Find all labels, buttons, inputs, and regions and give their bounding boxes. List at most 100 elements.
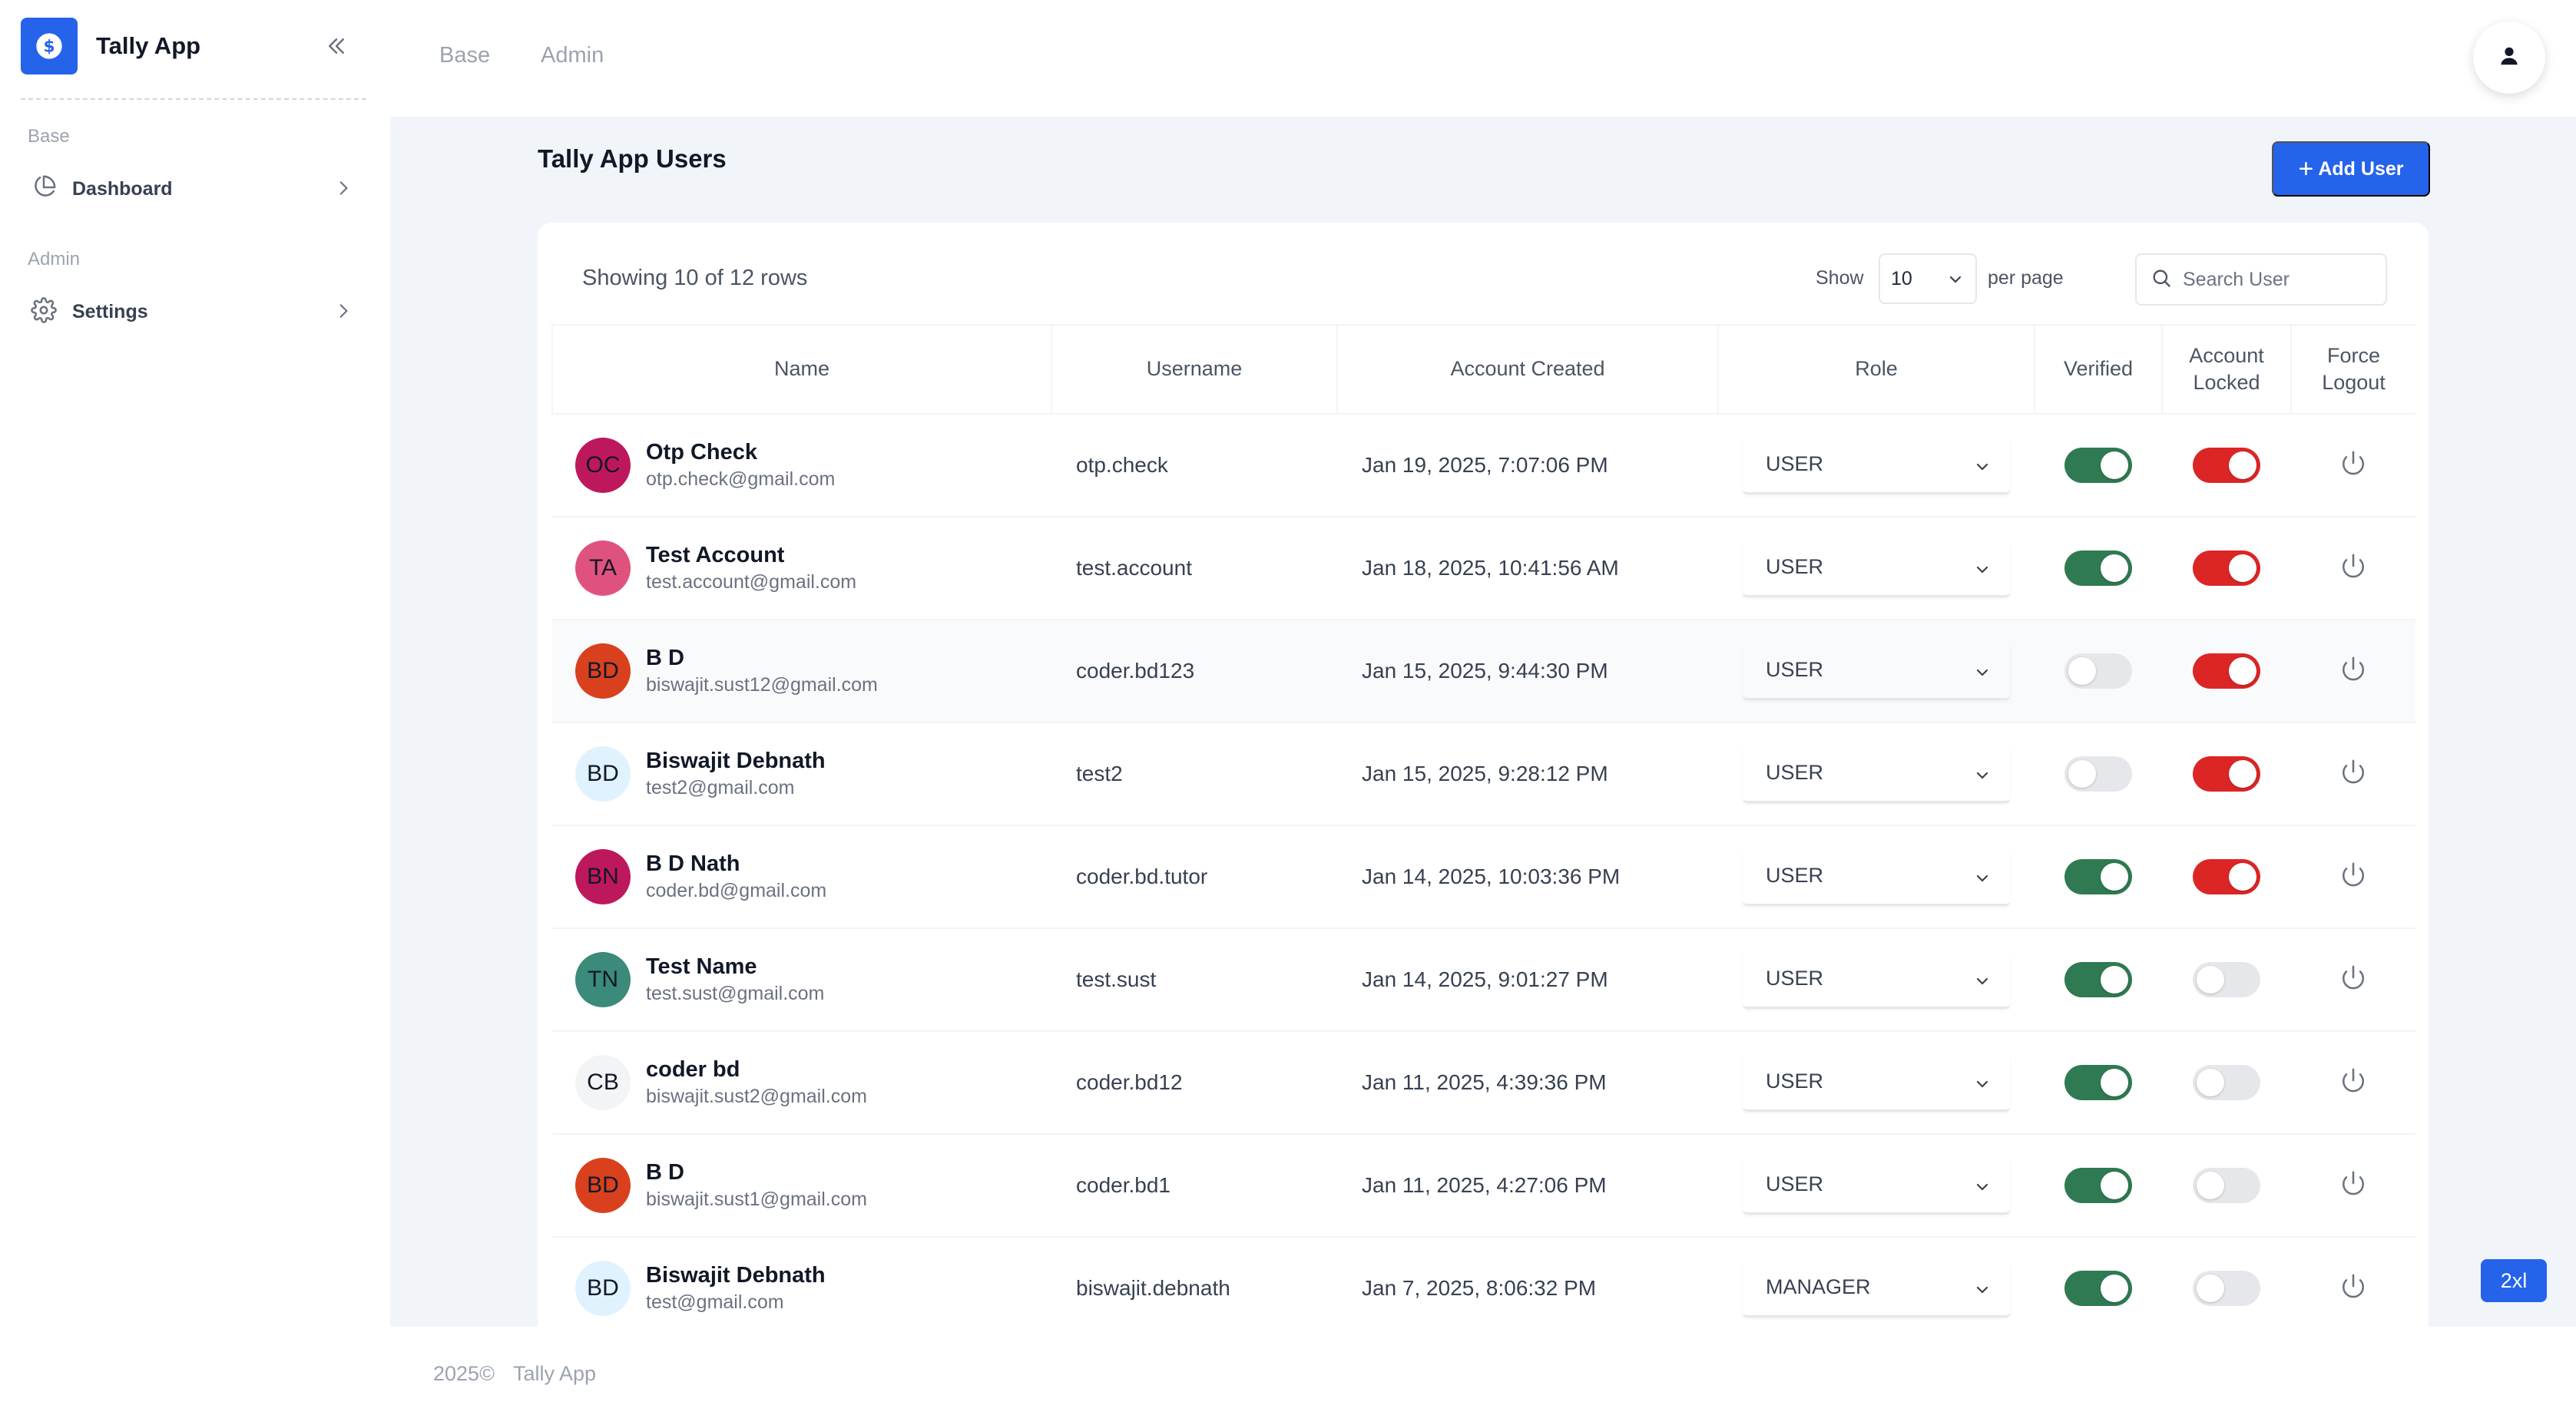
username-cell: coder.bd.tutor (1051, 825, 1337, 929)
verified-toggle[interactable] (2064, 962, 2132, 997)
role-value: MANAGER (1766, 1275, 1871, 1298)
verified-toggle[interactable] (2064, 1271, 2132, 1306)
sidebar-item-settings[interactable]: Settings (31, 290, 361, 333)
account-locked-toggle[interactable] (2193, 1168, 2260, 1203)
role-select[interactable]: USER (1743, 1053, 2010, 1112)
role-value: USER (1766, 452, 1824, 475)
table-row: OC Otp Check otp.check@gmail.com otp.check J… (552, 414, 2415, 517)
role-select[interactable]: USER (1743, 951, 2010, 1009)
verified-toggle[interactable] (2064, 756, 2132, 792)
user-full-name: Biswajit Debnath (646, 749, 826, 773)
user-email: biswajit.sust1@gmail.com (646, 1189, 867, 1210)
role-value: USER (1766, 864, 1824, 887)
avatar: OC (575, 438, 631, 493)
role-select[interactable]: USER (1743, 642, 2010, 700)
search-icon (2151, 267, 2172, 293)
account-created-cell: Jan 11, 2025, 4:27:06 PM (1337, 1134, 1718, 1238)
force-logout-icon[interactable] (2340, 1170, 2366, 1202)
user-icon (2498, 45, 2521, 71)
account-locked-toggle[interactable] (2193, 550, 2260, 586)
force-logout-icon[interactable] (2340, 450, 2366, 481)
chevron-down-icon (1973, 560, 1992, 584)
column-header-account-created: Account Created (1337, 324, 1719, 415)
collapse-sidebar-icon[interactable] (320, 29, 353, 63)
add-user-label: Add User (2318, 157, 2404, 180)
avatar-initials: BD (587, 1172, 619, 1198)
table-row: BD B D biswajit.sust12@gmail.com coder.bd12… (552, 620, 2415, 723)
chevron-right-icon (333, 178, 353, 202)
force-logout-icon[interactable] (2340, 656, 2366, 687)
plus-icon: + (2298, 154, 2314, 183)
brand[interactable]: $ Tally App (21, 18, 366, 74)
verified-toggle[interactable] (2064, 653, 2132, 689)
user-name-cell: BD Biswajit Debnath test@gmail.com (552, 1261, 1051, 1316)
user-full-name: Biswajit Debnath (646, 1263, 826, 1288)
per-page-label: per page (1988, 267, 2064, 289)
force-logout-icon[interactable] (2340, 553, 2366, 584)
force-logout-icon[interactable] (2340, 861, 2366, 893)
user-email: test.account@gmail.com (646, 571, 857, 593)
verified-toggle[interactable] (2064, 1168, 2132, 1203)
role-select[interactable]: USER (1743, 436, 2010, 494)
username-cell: test.account (1051, 517, 1337, 620)
user-email: test2@gmail.com (646, 777, 795, 798)
chevron-down-icon (1973, 1178, 1992, 1202)
table-row: TN Test Name test.sust@gmail.com test.sust J… (552, 928, 2415, 1032)
sidebar-section-base: Base (28, 126, 70, 147)
account-created-cell: Jan 19, 2025, 7:07:06 PM (1337, 414, 1718, 517)
table-header-row: Name Username Account Created Role Verif… (551, 324, 2415, 415)
account-locked-toggle[interactable] (2193, 962, 2260, 997)
chevron-down-icon (1973, 1281, 1992, 1304)
username-cell: coder.bd12 (1051, 1031, 1337, 1135)
account-locked-toggle[interactable] (2193, 1065, 2260, 1100)
per-page-value: 10 (1891, 267, 1912, 289)
role-select[interactable]: USER (1743, 1156, 2010, 1215)
verified-toggle[interactable] (2064, 550, 2132, 586)
user-full-name: B D (646, 646, 684, 670)
role-select[interactable]: USER (1743, 745, 2010, 803)
username-cell: biswajit.debnath (1051, 1237, 1337, 1327)
account-locked-toggle[interactable] (2193, 756, 2260, 792)
force-logout-icon[interactable] (2340, 1067, 2366, 1099)
force-logout-icon[interactable] (2340, 1273, 2366, 1304)
force-logout-icon[interactable] (2340, 964, 2366, 996)
avatar: BD (575, 1261, 631, 1316)
verified-toggle[interactable] (2064, 448, 2132, 483)
user-name-cell: OC Otp Check otp.check@gmail.com (552, 438, 1051, 493)
avatar: BN (575, 849, 631, 904)
user-full-name: B D (646, 1160, 684, 1185)
chevron-right-icon (333, 301, 353, 325)
role-select[interactable]: USER (1743, 848, 2010, 906)
role-value: USER (1766, 761, 1824, 784)
account-locked-toggle[interactable] (2193, 653, 2260, 689)
verified-toggle[interactable] (2064, 1065, 2132, 1100)
role-value: USER (1766, 967, 1824, 990)
user-menu-button[interactable] (2473, 21, 2545, 94)
column-header-username: Username (1051, 324, 1338, 415)
chevron-down-icon (1973, 1075, 1992, 1099)
account-locked-toggle[interactable] (2193, 1271, 2260, 1306)
user-full-name: B D Nath (646, 851, 740, 876)
role-select[interactable]: USER (1743, 539, 2010, 597)
topnav-link-admin[interactable]: Admin (541, 43, 604, 68)
search-input[interactable] (2183, 268, 2375, 291)
user-full-name: Otp Check (646, 440, 758, 465)
sidebar-item-label: Dashboard (72, 177, 173, 200)
force-logout-icon[interactable] (2340, 759, 2366, 790)
account-created-cell: Jan 18, 2025, 10:41:56 AM (1337, 517, 1718, 620)
account-locked-toggle[interactable] (2193, 859, 2260, 894)
verified-toggle[interactable] (2064, 859, 2132, 894)
role-value: USER (1766, 658, 1824, 681)
sidebar-item-dashboard[interactable]: Dashboard (31, 167, 361, 210)
topbar: Base Admin (390, 0, 2576, 117)
role-select[interactable]: MANAGER (1743, 1259, 2010, 1318)
account-locked-toggle[interactable] (2193, 448, 2260, 483)
column-header-role: Role (1718, 324, 2035, 415)
avatar: TN (575, 952, 631, 1007)
column-header-force-logout: Force Logout (2291, 324, 2415, 415)
per-page-select[interactable]: 10 (1879, 253, 1977, 304)
user-name-cell: TN Test Name test.sust@gmail.com (552, 952, 1051, 1007)
topnav-link-base[interactable]: Base (439, 43, 490, 68)
add-user-button[interactable]: + Add User (2272, 141, 2430, 197)
chevron-down-icon (1973, 458, 1992, 481)
